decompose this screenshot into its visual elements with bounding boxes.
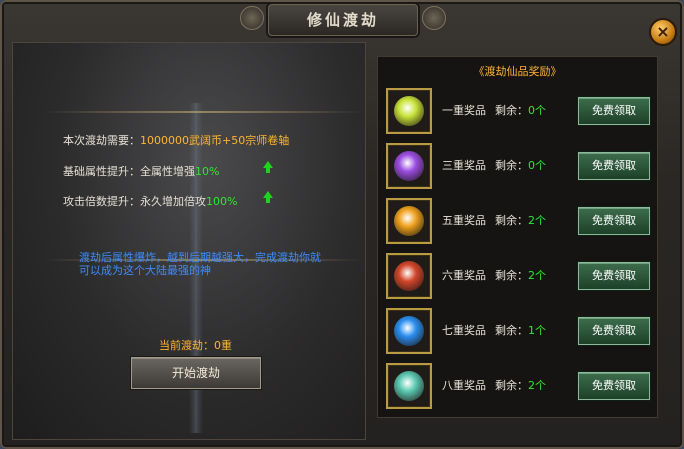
remain-text: 剩余：2个 bbox=[495, 267, 546, 283]
cost-label: 本次渡劫需要： bbox=[63, 134, 140, 147]
claim-button[interactable]: 免费领取 bbox=[578, 262, 650, 290]
remain-count: 2个 bbox=[528, 269, 546, 282]
reward-title: 《渡劫仙品奖励》 bbox=[473, 65, 562, 78]
arrow-up-icon bbox=[263, 191, 273, 203]
current-row: 当前渡劫：0重 bbox=[159, 337, 232, 353]
reward-item-icon[interactable] bbox=[386, 363, 432, 409]
cost-row: 本次渡劫需要：1000000武阔币+50宗师卷轴 bbox=[63, 132, 289, 148]
reward-row: 八重奖品 剩余：2个 免费领取 bbox=[378, 360, 657, 410]
attack-text: 永久增加倍攻 bbox=[140, 195, 206, 208]
reward-row: 七重奖品 剩余：1个 免费领取 bbox=[378, 305, 657, 355]
remain-count: 0个 bbox=[528, 159, 546, 172]
gem-icon bbox=[394, 371, 424, 401]
reward-panel: 《渡劫仙品奖励》 一重奖品 剩余：0个 免费领取 三重奖品 剩余：0个 免费领取 五重奖品剩… bbox=[377, 56, 658, 418]
remain-text: 剩余：2个 bbox=[495, 377, 546, 393]
reward-name: 五重奖品 bbox=[442, 214, 486, 227]
reward-name: 三重奖品 bbox=[442, 159, 486, 172]
start-button[interactable]: 开始渡劫 bbox=[131, 357, 261, 389]
current-value: 0重 bbox=[214, 339, 232, 352]
remain-text: 剩余：0个 bbox=[495, 157, 546, 173]
remain-text: 剩余：0个 bbox=[495, 102, 546, 118]
reward-item-icon[interactable] bbox=[386, 308, 432, 354]
attack-row: 攻击倍数提升：永久增加倍攻100% bbox=[63, 193, 237, 209]
gem-icon bbox=[394, 316, 424, 346]
base-value: 10% bbox=[195, 165, 220, 178]
base-text: 全属性增强 bbox=[140, 165, 195, 178]
glow-line-top bbox=[43, 111, 363, 113]
window-title: 修仙渡劫 bbox=[268, 4, 418, 36]
remain-count: 1个 bbox=[528, 324, 546, 337]
gem-icon bbox=[394, 96, 424, 126]
cost-value: 1000000武阔币+50宗师卷轴 bbox=[140, 134, 290, 147]
reward-name: 六重奖品 bbox=[442, 269, 486, 282]
reward-row: 五重奖品 剩余：2个 免费领取 bbox=[378, 195, 657, 245]
current-label: 当前渡劫： bbox=[159, 339, 214, 352]
claim-button[interactable]: 免费领取 bbox=[578, 317, 650, 345]
remain-label: 剩余： bbox=[495, 104, 528, 117]
remain-text: 剩余：2个 bbox=[495, 212, 546, 228]
reward-item-icon[interactable] bbox=[386, 198, 432, 244]
remain-label: 剩余： bbox=[495, 324, 528, 337]
attack-value: 100% bbox=[206, 195, 238, 208]
attack-label: 攻击倍数提升： bbox=[63, 195, 140, 208]
gem-icon bbox=[394, 206, 424, 236]
ornament-right-icon bbox=[422, 6, 446, 30]
remain-label: 剩余： bbox=[495, 214, 528, 227]
reward-item-icon[interactable] bbox=[386, 143, 432, 189]
reward-name: 八重奖品 bbox=[442, 379, 486, 392]
remain-label: 剩余： bbox=[495, 269, 528, 282]
remain-count: 0个 bbox=[528, 104, 546, 117]
description-text: 渡劫后属性爆炸，越到后期越强大，完成渡劫你就可以成为这个大陆最强的神 bbox=[79, 251, 321, 277]
gem-icon bbox=[394, 151, 424, 181]
arrow-up-icon bbox=[263, 161, 273, 173]
claim-button[interactable]: 免费领取 bbox=[578, 97, 650, 125]
reward-row: 一重奖品 剩余：0个 免费领取 bbox=[378, 85, 657, 135]
remain-count: 2个 bbox=[528, 214, 546, 227]
base-label: 基础属性提升： bbox=[63, 165, 140, 178]
reward-row: 三重奖品 剩余：0个 免费领取 bbox=[378, 140, 657, 190]
claim-button[interactable]: 免费领取 bbox=[578, 207, 650, 235]
remain-count: 2个 bbox=[528, 379, 546, 392]
base-row: 基础属性提升：全属性增强10% bbox=[63, 163, 219, 179]
reward-name: 七重奖品 bbox=[442, 324, 486, 337]
ornament-left-icon bbox=[240, 6, 264, 30]
reward-item-icon[interactable] bbox=[386, 253, 432, 299]
remain-label: 剩余： bbox=[495, 379, 528, 392]
game-window: 修仙渡劫 × 本次渡劫需要：1000000武阔币+50宗师卷轴 基础属性提升：全… bbox=[0, 0, 684, 449]
claim-button[interactable]: 免费领取 bbox=[578, 152, 650, 180]
remain-text: 剩余：1个 bbox=[495, 322, 546, 338]
reward-name: 一重奖品 bbox=[442, 104, 486, 117]
reward-item-icon[interactable] bbox=[386, 88, 432, 134]
gem-icon bbox=[394, 261, 424, 291]
close-button[interactable]: × bbox=[649, 18, 677, 46]
claim-button[interactable]: 免费领取 bbox=[578, 372, 650, 400]
reward-row: 六重奖品 剩余：2个 免费领取 bbox=[378, 250, 657, 300]
remain-label: 剩余： bbox=[495, 159, 528, 172]
